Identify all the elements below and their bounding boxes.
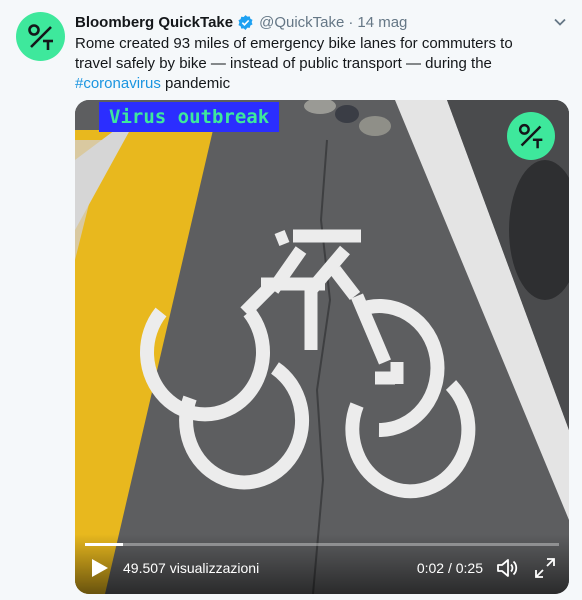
tweet-text: Rome created 93 miles of emergency bike …	[75, 34, 545, 94]
separator-dot: ·	[348, 13, 354, 31]
video-topic-label: Virus outbreak	[99, 102, 280, 132]
tweet-text-tail: pandemic	[160, 75, 231, 92]
author-name[interactable]: Bloomberg QuickTake	[75, 14, 233, 31]
view-count: 49.507 visualizzazioni	[123, 560, 260, 576]
tweet-card[interactable]: Bloomberg QuickTake @QuickTake · 14 mag …	[0, 0, 582, 600]
play-icon[interactable]	[89, 558, 109, 578]
quicktake-logo-icon	[27, 23, 53, 50]
progress-bar[interactable]	[85, 543, 559, 546]
verified-badge-icon	[238, 14, 253, 30]
progress-fill	[85, 543, 123, 546]
tweet-timestamp[interactable]: 14 mag	[357, 14, 407, 31]
timecode: 0:02 / 0:25	[416, 560, 483, 576]
avatar[interactable]	[16, 12, 65, 61]
tweet-header: Bloomberg QuickTake @QuickTake · 14 mag	[75, 12, 542, 32]
hashtag-link[interactable]: #coronavirus	[75, 75, 161, 92]
quicktake-watermark	[507, 112, 555, 160]
volume-icon[interactable]	[495, 556, 519, 580]
video-player[interactable]: Virus outbreak 49.507 visualizzazioni 0:…	[75, 100, 569, 594]
player-controls: 49.507 visualizzazioni 0:02 / 0:25	[75, 534, 569, 594]
tweet-text-body: Rome created 93 miles of emergency bike …	[75, 35, 513, 72]
chevron-down-icon[interactable]	[552, 14, 568, 30]
video-frame	[75, 100, 569, 594]
quicktake-logo-icon	[518, 123, 543, 149]
fullscreen-icon[interactable]	[533, 556, 557, 580]
author-handle[interactable]: @QuickTake	[259, 14, 344, 31]
